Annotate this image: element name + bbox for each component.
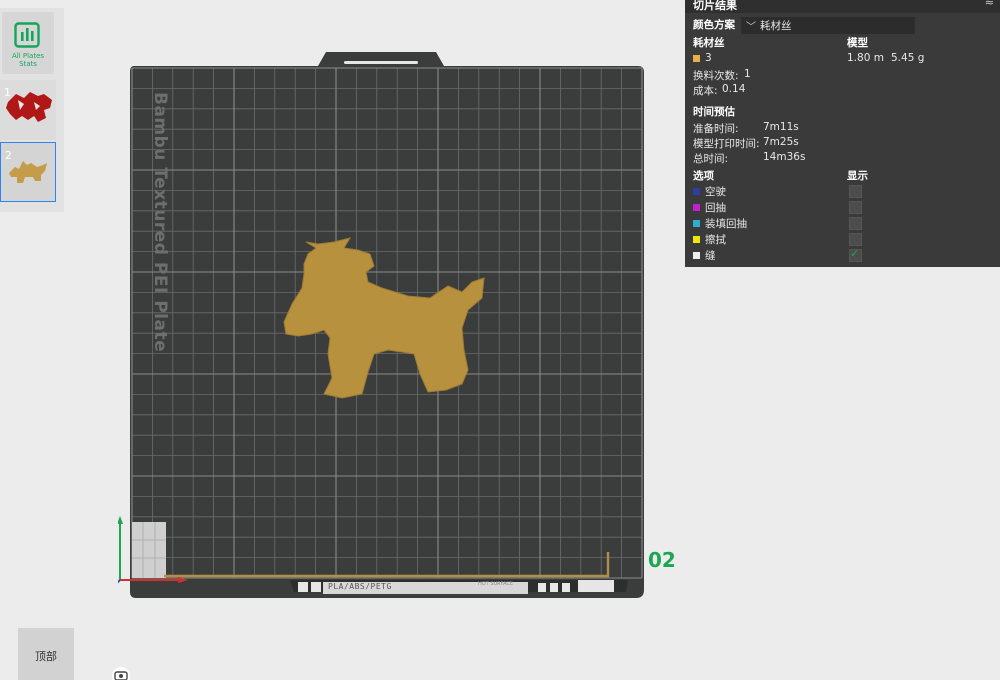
plate-material-text: PLA/ABS/PETG xyxy=(328,582,392,591)
double-chevron-up-icon[interactable]: ≈ xyxy=(985,0,994,9)
option-label-retract: 回抽 xyxy=(705,202,726,214)
build-plate[interactable]: PLA/ABS/PETG HOT SURFACE xyxy=(113,48,678,608)
option-checkbox-travel[interactable] xyxy=(849,185,862,198)
print-time-value: 7m25s xyxy=(763,136,799,148)
option-label-travel: 空驶 xyxy=(705,186,726,198)
print-time-label: 模型打印时间: xyxy=(693,138,760,150)
checkmark-icon: ✓ xyxy=(850,247,860,260)
option-label-deretract: 装填回抽 xyxy=(705,218,747,230)
option-checkbox-deretract[interactable] xyxy=(849,217,862,230)
option-swatch-retract xyxy=(693,204,700,211)
all-plates-stats-button[interactable]: All Plates Stats xyxy=(2,12,54,74)
top-view-label: 顶部 xyxy=(35,650,57,663)
change-count-label: 换料次数: xyxy=(693,70,739,82)
slice-result-panel: 切片结果 ≈ 颜色方案 ﹀ 耗材丝 耗材丝 模型 3 1.80 m 5.45 g… xyxy=(685,0,1000,267)
hot-surface-text: HOT SURFACE xyxy=(478,581,514,587)
plate-number-label: 02 xyxy=(648,548,676,572)
option-checkbox-retract[interactable] xyxy=(849,201,862,214)
all-plates-stats-label: All Plates Stats xyxy=(11,52,45,68)
cost-label: 成本: xyxy=(693,85,718,97)
filament-weight: 5.45 g xyxy=(891,52,925,64)
option-label-wipe: 擦拭 xyxy=(705,234,726,246)
filament-header: 耗材丝 xyxy=(693,37,725,49)
option-checkbox-wipe[interactable] xyxy=(849,233,862,246)
filament-length: 1.80 m xyxy=(847,52,884,64)
total-time-label: 总时间: xyxy=(693,153,729,165)
option-swatch-deretract xyxy=(693,220,700,227)
display-header: 显示 xyxy=(847,170,868,182)
color-scheme-label: 颜色方案 xyxy=(693,19,735,31)
change-count-value: 1 xyxy=(744,68,751,80)
option-swatch-wipe xyxy=(693,236,700,243)
options-header: 选项 xyxy=(693,170,714,182)
filament-color-swatch xyxy=(693,55,700,62)
panel-title: 切片结果 xyxy=(693,0,737,12)
chevron-down-icon: ﹀ xyxy=(746,22,756,33)
plate-thumb-1[interactable]: 1 xyxy=(0,80,56,140)
top-view-button[interactable]: 顶部 xyxy=(18,628,74,680)
option-label-seam: 缝 xyxy=(705,250,716,262)
plate-thumb-2[interactable]: 2 xyxy=(0,142,56,202)
color-scheme-value: 耗材丝 xyxy=(760,20,792,32)
stats-icon xyxy=(14,22,40,48)
plate-thumb-number: 1 xyxy=(4,86,11,99)
model-header: 模型 xyxy=(847,37,868,49)
plate-type-label: Bambu Textured PEI Plate xyxy=(150,92,170,353)
filament-id: 3 xyxy=(705,52,712,64)
plate-thumb-number: 2 xyxy=(5,149,12,162)
color-scheme-select[interactable]: ﹀ 耗材丝 xyxy=(741,17,915,34)
plate-list: All Plates Stats 1 2 xyxy=(0,8,64,212)
panel-header: 切片结果 ≈ xyxy=(685,0,1000,13)
total-time-value: 14m36s xyxy=(763,151,806,163)
cost-value: 0.14 xyxy=(722,83,746,95)
prep-time-label: 准备时间: xyxy=(693,123,739,135)
prep-time-value: 7m11s xyxy=(763,121,799,133)
camera-view-icon[interactable] xyxy=(108,664,134,680)
option-swatch-seam xyxy=(693,252,700,259)
build-plate-svg xyxy=(113,52,644,598)
option-swatch-travel xyxy=(693,188,700,195)
time-estimate-header: 时间预估 xyxy=(693,106,735,118)
option-checkbox-seam[interactable]: ✓ xyxy=(849,247,862,262)
